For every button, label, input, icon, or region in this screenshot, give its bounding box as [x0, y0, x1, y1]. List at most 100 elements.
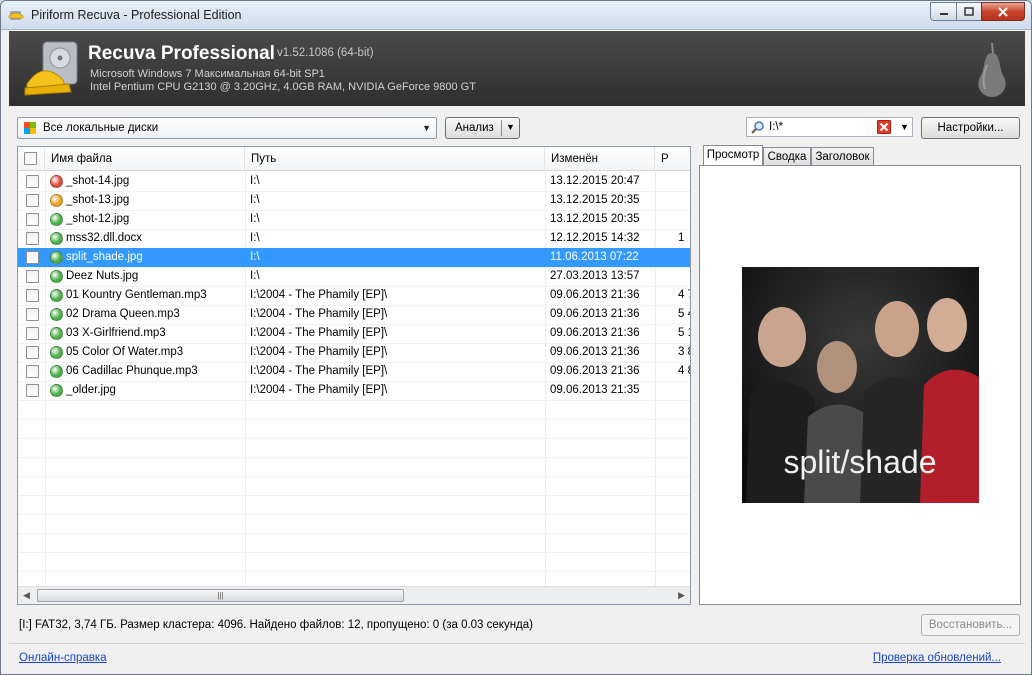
footer-divider [9, 643, 1025, 644]
table-row[interactable]: 01 Kountry Gentleman.mp3 I:\2004 - The Ph… [18, 286, 690, 305]
window-title: Piriform Recuva - Professional Edition [31, 8, 242, 22]
file-modified: 09.06.2013 21:36 [550, 346, 640, 358]
file-name: 01 Kountry Gentleman.mp3 [66, 289, 207, 301]
row-gridline [18, 571, 690, 572]
file-path: I:\2004 - The Phamily [EP]\ [250, 384, 388, 396]
select-all-checkbox[interactable] [24, 152, 37, 165]
scroll-left-icon[interactable]: ◀ [23, 590, 30, 601]
file-size [678, 248, 690, 267]
tab-preview[interactable]: Просмотр [703, 145, 763, 167]
column-header-name[interactable]: Имя файла [45, 147, 245, 171]
table-row[interactable]: 05 Color Of Water.mp3 I:\2004 - The Phami… [18, 343, 690, 362]
file-modified: 13.12.2015 20:35 [550, 213, 640, 225]
table-row[interactable]: Deez Nuts.jpg I:\ 27.03.2013 13:57 [18, 267, 690, 286]
file-name: Deez Nuts.jpg [66, 270, 139, 282]
recovery-state-icon [50, 175, 63, 188]
row-gridline [18, 552, 690, 553]
search-filter-value: I:\* [769, 121, 784, 133]
recuva-window: Piriform Recuva - Professional Edition R… [0, 0, 1032, 675]
file-path: I:\2004 - The Phamily [EP]\ [250, 308, 388, 320]
row-checkbox[interactable] [26, 365, 39, 378]
recovery-state-icon [50, 213, 63, 226]
file-path: I:\2004 - The Phamily [EP]\ [250, 289, 388, 301]
table-row[interactable]: mss32.dll.docx I:\ 12.12.2015 14:32 1 [18, 229, 690, 248]
file-size [678, 381, 690, 400]
scroll-thumb[interactable]: ||| [37, 589, 404, 602]
scan-dropdown-icon[interactable]: ▼ [506, 122, 515, 132]
options-button[interactable]: Настройки... [921, 117, 1020, 139]
file-list[interactable]: Имя файла Путь Изменён Р _shot-14.jpg I:\… [17, 146, 691, 605]
table-row[interactable]: 06 Cadillac Phunque.mp3 I:\2004 - The Pha… [18, 362, 690, 381]
table-row[interactable]: _shot-12.jpg I:\ 13.12.2015 20:35 [18, 210, 690, 229]
file-size [678, 210, 690, 229]
row-checkbox[interactable] [26, 346, 39, 359]
file-name: split_shade.jpg [66, 251, 143, 263]
row-checkbox[interactable] [26, 384, 39, 397]
file-modified: 09.06.2013 21:36 [550, 327, 640, 339]
maximize-button[interactable] [956, 2, 981, 21]
row-checkbox[interactable] [26, 194, 39, 207]
close-button[interactable] [981, 2, 1025, 21]
file-size [678, 191, 690, 210]
file-size: 3 8 [678, 346, 690, 358]
online-help-link[interactable]: Онлайн-справка [19, 652, 107, 664]
file-path: I:\ [250, 194, 260, 206]
recovery-state-icon [50, 308, 63, 321]
file-path: I:\ [250, 232, 260, 244]
recuva-app-icon [8, 11, 24, 20]
split-divider [501, 120, 502, 136]
minimize-button[interactable] [930, 2, 956, 21]
file-path: I:\ [250, 175, 260, 187]
file-size: 5 4 [678, 308, 690, 320]
search-filter[interactable]: I:\* ▼ [746, 117, 913, 137]
table-row[interactable]: 03 X-Girlfriend.mp3 I:\2004 - The Phamily… [18, 324, 690, 343]
file-size: 5 1 [678, 327, 690, 339]
column-header-modified[interactable]: Изменён [545, 147, 655, 171]
file-path: I:\2004 - The Phamily [EP]\ [250, 346, 388, 358]
row-checkbox[interactable] [26, 308, 39, 321]
clear-icon[interactable] [877, 120, 891, 134]
column-header-path[interactable]: Путь [245, 147, 545, 171]
tab-header[interactable]: Заголовок [811, 147, 874, 166]
file-modified: 09.06.2013 21:36 [550, 308, 640, 320]
row-gridline [18, 476, 690, 477]
check-updates-link[interactable]: Проверка обновлений... [873, 652, 1001, 664]
recovery-state-icon [50, 327, 63, 340]
file-path: I:\2004 - The Phamily [EP]\ [250, 365, 388, 377]
scan-button[interactable]: Анализ ▼ [445, 117, 520, 139]
tab-summary[interactable]: Сводка [763, 147, 811, 166]
table-row[interactable]: _shot-14.jpg I:\ 13.12.2015 20:47 [18, 172, 690, 191]
row-gridline [18, 533, 690, 534]
row-checkbox[interactable] [26, 232, 39, 245]
row-checkbox[interactable] [26, 175, 39, 188]
file-size [678, 172, 690, 191]
file-modified: 12.12.2015 14:32 [550, 232, 640, 244]
drive-select[interactable]: Все локальные диски ▼ [17, 117, 437, 139]
file-name: _shot-12.jpg [66, 213, 130, 225]
row-checkbox[interactable] [26, 289, 39, 302]
column-header-size[interactable]: Р [655, 147, 690, 171]
os-info: Microsoft Windows 7 Максимальная 64-bit … [90, 68, 325, 80]
row-checkbox[interactable] [26, 251, 39, 264]
table-row[interactable]: _older.jpg I:\2004 - The Phamily [EP]\ 09.… [18, 381, 690, 400]
drive-select-value: Все локальные диски [43, 122, 159, 134]
file-name: _shot-14.jpg [66, 175, 130, 187]
recover-button[interactable]: Восстановить... [921, 614, 1020, 636]
horizontal-scrollbar[interactable]: ◀ ||| ▶ [18, 586, 690, 604]
recovery-state-icon [50, 251, 63, 264]
table-row[interactable]: split_shade.jpg I:\ 11.06.2013 07:22 [18, 248, 690, 267]
row-checkbox[interactable] [26, 213, 39, 226]
search-dropdown-icon[interactable]: ▼ [900, 122, 909, 132]
table-row[interactable]: 02 Drama Queen.mp3 I:\2004 - The Phamily … [18, 305, 690, 324]
file-name: 05 Color Of Water.mp3 [66, 346, 184, 358]
title-bar[interactable]: Piriform Recuva - Professional Edition [1, 1, 1031, 30]
table-row[interactable]: _shot-13.jpg I:\ 13.12.2015 20:35 [18, 191, 690, 210]
recovery-state-icon [50, 232, 63, 245]
row-checkbox[interactable] [26, 270, 39, 283]
recovery-state-icon [50, 384, 63, 397]
status-text: [I:] FAT32, 3,74 ГБ. Размер кластера: 40… [19, 619, 533, 631]
scroll-right-icon[interactable]: ▶ [678, 590, 685, 601]
row-checkbox[interactable] [26, 327, 39, 340]
file-name: mss32.dll.docx [66, 232, 143, 244]
file-modified: 27.03.2013 13:57 [550, 270, 640, 282]
